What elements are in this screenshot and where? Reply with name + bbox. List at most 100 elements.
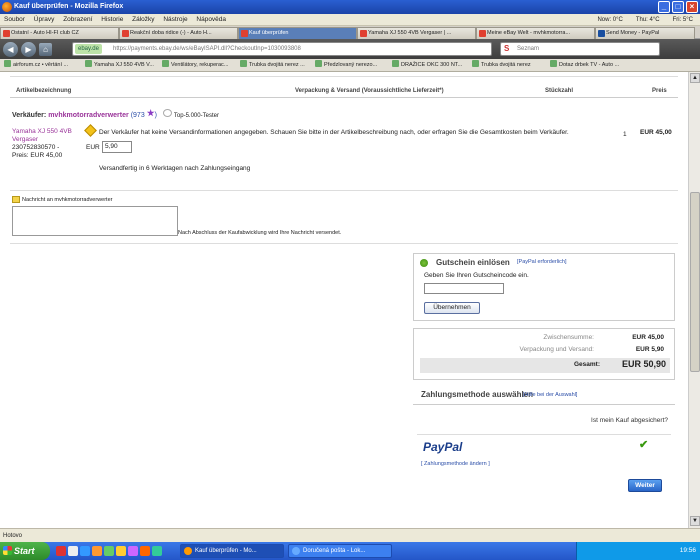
divider: [413, 404, 675, 405]
clock[interactable]: 19:56: [680, 547, 696, 554]
tab-favicon-icon: [241, 30, 248, 37]
top-tester-icon: [162, 109, 172, 117]
tab-meine-ebay[interactable]: Meine eBay Welt - mvhkmotorra...: [476, 27, 595, 39]
bookmark-icon: [550, 60, 557, 67]
bookmark-icon: [4, 60, 11, 67]
bookmark-icon: [240, 60, 247, 67]
tab-kauf-uberprufen[interactable]: Kauf überprüfen: [238, 27, 357, 39]
scroll-thumb[interactable]: [690, 192, 700, 372]
status-bar: Hotovo: [0, 528, 700, 542]
back-arrow-icon[interactable]: ◀: [3, 41, 18, 57]
bookmark-icon: [472, 60, 479, 67]
divider: [417, 434, 671, 435]
shipping-total-value: EUR 5,90: [635, 346, 664, 353]
coupon-paypal-link[interactable]: [PayPal erforderlich]: [517, 259, 567, 265]
quicklaunch-icon[interactable]: [56, 546, 66, 556]
tab-yamaha[interactable]: Yamaha XJ 550 4VB Vergaser | ...: [357, 27, 476, 39]
message-textarea[interactable]: [12, 206, 178, 236]
dispatch-time: Versandfertig in 6 Werktagen nach Zahlun…: [99, 165, 251, 172]
address-bar[interactable]: ebay.de https://payments.ebay.de/ws/eBay…: [72, 42, 492, 56]
tab-favicon-icon: [360, 30, 367, 37]
bookmarks-bar: airforum.cz • věrtání ... Yamaha XJ 550 …: [0, 59, 700, 72]
firefox-icon: [184, 547, 192, 555]
item-price: EUR 45,00: [640, 129, 672, 136]
bookmark-item[interactable]: Ventilátory, rekuperac...: [162, 59, 228, 71]
seller-name-link[interactable]: mvhkmotorradverwerter: [48, 112, 129, 119]
tab-auto-hifi[interactable]: Ostatní - Auto HI-FI club CZ: [0, 27, 119, 39]
bookmark-item[interactable]: Trubka dvojitá nerez: [472, 59, 531, 71]
coupon-prompt: Geben Sie Ihren Gutscheincode ein.: [424, 272, 529, 279]
menu-historie[interactable]: Historie: [101, 16, 123, 23]
shipping-cost-input[interactable]: 5,90: [102, 141, 132, 153]
menu-upravy[interactable]: Úpravy: [34, 16, 55, 23]
seller-feedback-score[interactable]: 973: [133, 112, 145, 119]
menu-soubor[interactable]: Soubor: [4, 16, 25, 23]
weather-fri: Fri: 5°C: [672, 17, 693, 23]
menu-zalozky[interactable]: Záložky: [132, 16, 154, 23]
payment-title: Zahlungsmethode auswählen: [421, 390, 534, 399]
col-shipping: Verpackung & Versand (Voraussichtliche L…: [295, 88, 444, 94]
bookmark-item[interactable]: Dotaz drbek TV - Auto ...: [550, 59, 619, 71]
quicklaunch-icon[interactable]: [140, 546, 150, 556]
vertical-scrollbar[interactable]: ▲ ▼: [688, 72, 700, 528]
bookmark-item[interactable]: DRAŽICE OKC 300 NT...: [392, 59, 462, 71]
site-identity-badge[interactable]: ebay.de: [75, 44, 102, 54]
change-payment-link[interactable]: [ Zahlungsmethode ändern ]: [421, 461, 490, 467]
search-input[interactable]: S Seznam: [500, 42, 660, 56]
item-title-link[interactable]: Yamaha XJ 550 4VB Vergaser: [12, 128, 72, 144]
coupon-box: Gutschein einlösen [PayPal erforderlich]…: [413, 253, 675, 321]
subtotal-value: EUR 45,00: [632, 334, 664, 341]
quicklaunch-icon[interactable]: [68, 546, 78, 556]
payment-help-link[interactable]: [Hilfe bei der Auswahl]: [523, 392, 577, 398]
maximize-button[interactable]: □: [672, 1, 684, 13]
close-button[interactable]: ×: [686, 1, 698, 13]
taskbar-firefox-button[interactable]: Kauf überprüfen - Mo...: [180, 544, 284, 558]
taskbar: Start Kauf überprüfen - Mo... Doručená p…: [0, 542, 700, 560]
bookmark-item[interactable]: airforum.cz • věrtání ...: [4, 59, 68, 71]
apply-coupon-button[interactable]: Übernehmen: [424, 302, 480, 314]
item-price-label: Preis: EUR 45,00: [12, 152, 63, 159]
buyer-protection-link[interactable]: Ist mein Kauf abgesichert?: [578, 417, 668, 424]
forward-arrow-icon[interactable]: ▶: [21, 41, 36, 57]
menu-nastroje[interactable]: Nástroje: [163, 16, 187, 23]
item-quantity: 1: [623, 131, 627, 138]
weather-widget[interactable]: Now: 0°C Thu: 4°C Fri: 5°C: [593, 14, 696, 26]
quicklaunch-icon[interactable]: [152, 546, 162, 556]
scroll-up-icon[interactable]: ▲: [690, 73, 700, 83]
bookmark-item[interactable]: Trubka dvojitá nerez ...: [240, 59, 305, 71]
tab-favicon-icon: [3, 30, 10, 37]
quicklaunch-icon[interactable]: [80, 546, 90, 556]
grand-total-label: Gesamt:: [573, 361, 600, 368]
menu-zobrazeni[interactable]: Zobrazení: [63, 16, 92, 23]
navigation-bar: ◀ ▶ ⌂ ebay.de https://payments.ebay.de/w…: [0, 39, 700, 59]
totals-box: Zwischensumme: EUR 45,00 Verpackung und …: [413, 328, 675, 380]
start-button[interactable]: Start: [0, 542, 50, 560]
tab-paypal[interactable]: Send Money - PayPal: [595, 27, 695, 39]
paypal-logo: PayPal: [423, 440, 463, 454]
quicklaunch-icon[interactable]: [92, 546, 102, 556]
coupon-code-input[interactable]: [424, 283, 504, 294]
minimize-button[interactable]: _: [658, 1, 670, 13]
grand-total-row: Gesamt: EUR 50,90: [420, 358, 670, 373]
bookmark-item[interactable]: Yamaha XJ 550 4VB V...: [85, 59, 154, 71]
tester-badge: Top-5.000-Tester: [173, 113, 219, 119]
divider: [10, 76, 678, 77]
taskbar-mail-button[interactable]: Doručená pošta - Lok...: [288, 544, 392, 558]
quicklaunch-icon[interactable]: [128, 546, 138, 556]
bookmark-item[interactable]: Předzlovaný nerezo...: [315, 59, 377, 71]
menu-napoveda[interactable]: Nápověda: [196, 16, 226, 23]
quicklaunch-icon[interactable]: [104, 546, 114, 556]
note-icon: [12, 196, 20, 203]
continue-button[interactable]: Weiter: [628, 479, 662, 492]
col-item: Artikelbezeichnung: [16, 88, 72, 94]
seznam-icon: S: [504, 44, 510, 53]
home-icon[interactable]: ⌂: [39, 42, 52, 56]
quicklaunch-icon[interactable]: [116, 546, 126, 556]
tab-reakcni-doba[interactable]: Reakční doba ridice (-) - Auto H...: [119, 27, 238, 39]
star-icon: [146, 109, 155, 117]
message-note: Nach Abschluss der Kaufabwicklung wird I…: [178, 230, 342, 236]
scroll-down-icon[interactable]: ▼: [690, 516, 700, 526]
col-qty: Stückzahl: [545, 88, 574, 94]
tab-bar: Ostatní - Auto HI-FI club CZ Reakční dob…: [0, 26, 700, 39]
tab-favicon-icon: [598, 30, 605, 37]
